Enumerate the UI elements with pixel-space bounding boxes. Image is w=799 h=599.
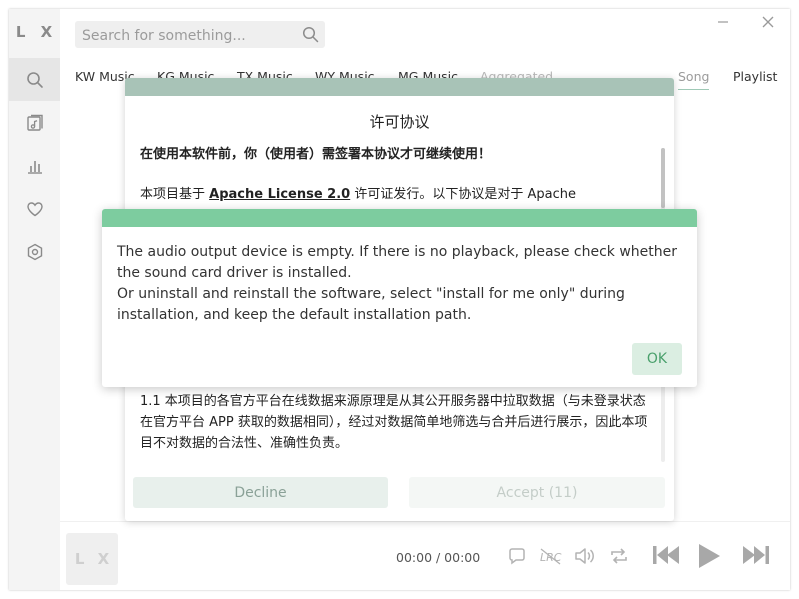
settings-icon [27, 243, 42, 260]
sidebar-item-leaderboard[interactable] [9, 144, 60, 187]
audio-warning-header [102, 209, 697, 227]
music-file-icon [26, 114, 43, 131]
repeat-icon[interactable] [608, 546, 630, 566]
lyric-icon[interactable]: LRC [539, 546, 563, 566]
player-bar: L X 00:00 / 00:00 LRC [60, 521, 790, 590]
heart-icon [26, 201, 43, 216]
sidebar-item-search[interactable] [9, 58, 60, 101]
close-icon[interactable] [761, 15, 775, 29]
audio-warning-message: The audio output device is empty. If the… [117, 242, 687, 326]
app-logo: L X [15, 23, 58, 41]
album-art[interactable]: L X [66, 533, 118, 585]
search-input[interactable] [80, 21, 294, 50]
license-paragraph-text: 许可证发行。以下协议是对于 Apache [350, 187, 576, 202]
search-icon[interactable] [302, 26, 319, 43]
tab-playlist[interactable]: Playlist [733, 69, 777, 84]
volume-icon[interactable] [573, 546, 595, 566]
sidebar-item-song-list[interactable] [9, 101, 60, 144]
search-box [75, 21, 325, 50]
audio-warning-dialog: The audio output device is empty. If the… [102, 209, 697, 387]
license-scrollbar-thumb[interactable] [661, 148, 665, 208]
sidebar: L X [9, 9, 60, 590]
previous-icon[interactable] [651, 542, 681, 568]
tab-song[interactable]: Song [678, 69, 710, 90]
minimize-icon[interactable] [716, 15, 730, 29]
license-dialog-header [125, 78, 674, 96]
license-clause: 1.1 本项目的各官方平台在线数据来源原理是从其公开服务器中拉取数据（与未登录状… [140, 394, 648, 451]
sidebar-item-favorites[interactable] [9, 187, 60, 230]
audio-warning-line: The audio output device is empty. If the… [117, 244, 678, 281]
apache-license-link[interactable]: Apache License 2.0 [209, 187, 350, 202]
license-dialog-title: 许可协议 [369, 113, 430, 131]
license-paragraph: 本项目基于 Apache License 2.0 许可证发行。以下协议是对于 A… [140, 184, 652, 205]
decline-button[interactable]: Decline [133, 477, 388, 508]
accept-button[interactable]: Accept (11) [409, 477, 665, 508]
comment-icon[interactable] [507, 546, 527, 566]
ok-button[interactable]: OK [632, 343, 682, 375]
license-notice: 在使用本软件前，你（使用者）需签署本协议才可继续使用！ [140, 147, 492, 162]
chart-bars-icon [27, 160, 42, 174]
next-icon[interactable] [741, 542, 771, 568]
license-paragraph-text: 本项目基于 [140, 187, 210, 202]
audio-warning-line: Or uninstall and reinstall the software,… [117, 286, 625, 323]
playback-time: 00:00 / 00:00 [396, 550, 481, 565]
search-icon [26, 71, 43, 88]
sidebar-item-settings[interactable] [9, 230, 60, 273]
play-icon[interactable] [696, 542, 722, 570]
